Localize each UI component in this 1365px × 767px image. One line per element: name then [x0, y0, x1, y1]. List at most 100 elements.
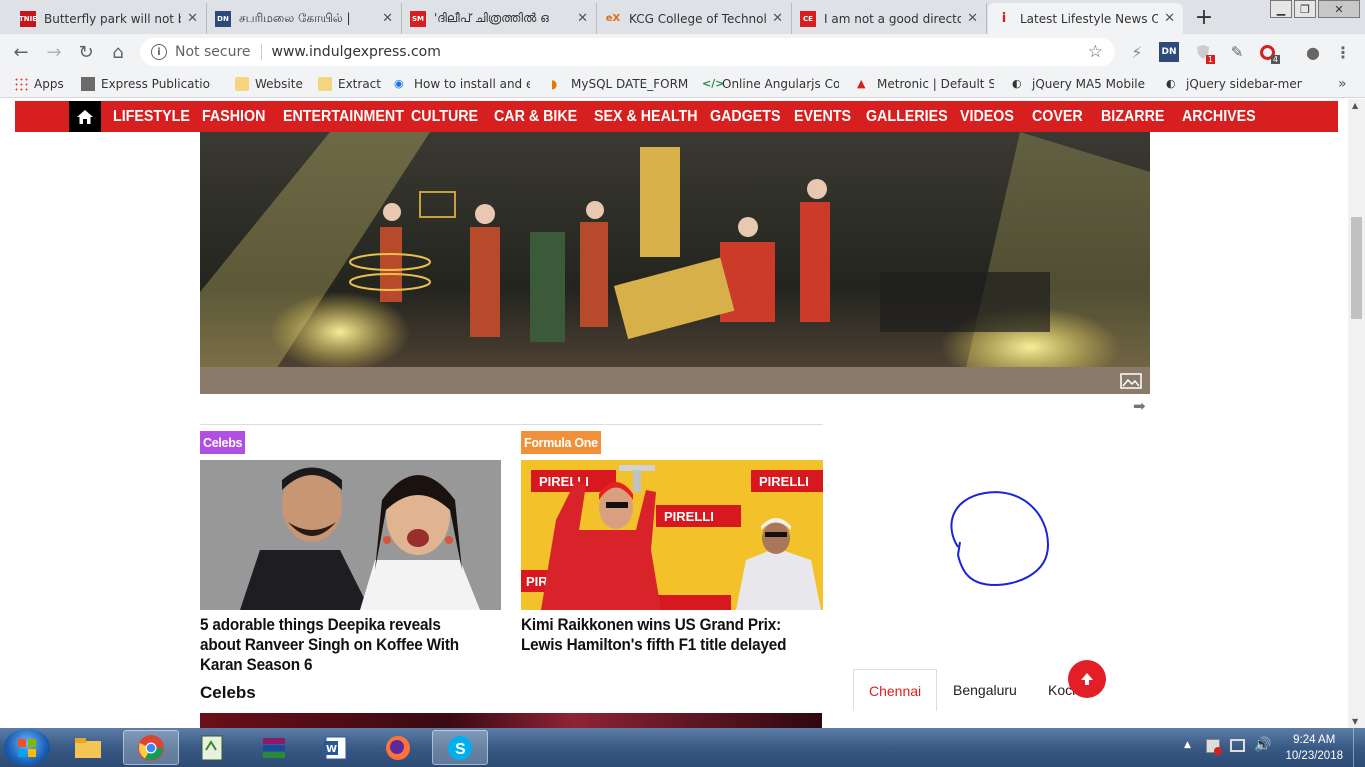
bookmark-link[interactable]: ◗ MySQL DATE_FORMA [551, 75, 688, 93]
section-lead-image[interactable] [200, 713, 822, 728]
bookmark-link[interactable]: </> Online Angularjs Con [702, 75, 839, 93]
browser-tab[interactable]: CE I am not a good director ✕ [792, 3, 987, 34]
scrollbar-thumb[interactable] [1351, 217, 1362, 319]
tab-chennai[interactable]: Chennai [853, 669, 938, 711]
browser-tab[interactable]: TNIE Butterfly park will not be ✕ [12, 3, 207, 34]
bookmark-link[interactable]: ◉ How to install and en [394, 75, 530, 93]
svg-text:PIRELLI: PIRELLI [664, 509, 714, 524]
nav-archives[interactable]: ARCHIVES [1182, 101, 1256, 132]
nav-videos[interactable]: VIDEOS [960, 101, 1014, 132]
eyedropper-extension-icon[interactable]: ✎ [1227, 42, 1247, 62]
scroll-down-arrow-icon[interactable]: ▼ [1352, 717, 1358, 726]
menu-kebab-icon[interactable]: ⋮ [1333, 42, 1353, 62]
skype-taskbar-button[interactable]: S [432, 730, 488, 765]
scroll-up-arrow-icon[interactable]: ▲ [1352, 101, 1358, 110]
bookmark-apps[interactable]: Apps [14, 75, 64, 93]
bookmark-label: Apps [34, 77, 64, 91]
nav-gadgets[interactable]: GADGETS [710, 101, 781, 132]
network-icon[interactable] [1230, 739, 1245, 752]
scroll-to-top-button[interactable] [1068, 660, 1106, 698]
bookmark-link[interactable]: ▲ Metronic | Default Sty [857, 75, 994, 93]
lightning-extension-icon[interactable]: ⚡ [1127, 42, 1147, 62]
bookmarks-overflow-icon[interactable]: » [1338, 75, 1347, 93]
category-tag-formula-one[interactable]: Formula One [521, 431, 601, 454]
browser-tab[interactable]: SM 'ദിലീപ് ചിത്രത്തിൽ ഒ ✕ [402, 3, 597, 34]
show-hidden-icons-icon[interactable]: ▲ [1184, 740, 1191, 750]
bookmark-folder[interactable]: Extract [318, 75, 381, 93]
bookmark-folder[interactable]: Website [235, 75, 303, 93]
tab-bengaluru[interactable]: Bengaluru [938, 669, 1032, 711]
close-tab-icon[interactable]: ✕ [382, 11, 393, 26]
section-divider [200, 424, 823, 425]
profile-icon[interactable]: ● [1303, 42, 1323, 62]
tnie-favicon-icon: TNIE [19, 10, 37, 27]
nav-car-bike[interactable]: CAR & BIKE [494, 101, 577, 132]
nav-lifestyle[interactable]: LIFESTYLE [113, 101, 190, 132]
nav-cover[interactable]: COVER [1032, 101, 1083, 132]
home-icon[interactable]: ⌂ [105, 40, 131, 64]
notepad-taskbar-button[interactable] [184, 730, 240, 765]
nav-culture[interactable]: CULTURE [411, 101, 478, 132]
bookmark-label: MySQL DATE_FORMA [571, 77, 688, 91]
word-taskbar-button[interactable]: W [308, 730, 364, 765]
browser-tab[interactable]: eX KCG College of Technolo ✕ [597, 3, 792, 34]
bookmark-star-icon[interactable]: ☆ [1088, 42, 1103, 62]
card-title-link[interactable]: 5 adorable things Deepika reveals about … [200, 615, 472, 675]
new-tab-button[interactable]: + [1190, 4, 1218, 30]
nav-fashion[interactable]: FASHION [202, 101, 265, 132]
start-button[interactable] [4, 729, 50, 766]
winrar-taskbar-button[interactable] [246, 730, 302, 765]
close-tab-icon[interactable]: ✕ [1164, 11, 1175, 26]
card-image-deepika-ranveer[interactable] [200, 460, 501, 610]
reload-icon[interactable]: ↻ [73, 40, 99, 64]
close-tab-icon[interactable]: ✕ [187, 11, 198, 26]
formula-one-photo: PIRELLIPIRELLIPIRELLIPIRELLI [521, 460, 823, 610]
bookmark-link[interactable]: ◐ jQuery sidebar-menu [1166, 75, 1302, 93]
minimize-window-button[interactable]: ▁ [1270, 0, 1292, 18]
clock-time: 9:24 AM [1293, 734, 1336, 746]
close-tab-icon[interactable]: ✕ [577, 11, 588, 26]
nav-sex-health[interactable]: SEX & HEALTH [594, 101, 698, 132]
close-window-button[interactable]: ✕ [1318, 0, 1360, 18]
bookmark-express-publications[interactable]: Express Publications [81, 75, 211, 93]
sm-favicon-icon: SM [410, 10, 426, 27]
firefox-taskbar-button[interactable] [370, 730, 426, 765]
browser-tab-active[interactable]: i Latest Lifestyle News On ✕ [988, 3, 1183, 34]
nav-galleries[interactable]: GALLERIES [866, 101, 948, 132]
card-image-raikkonen[interactable]: PIRELLIPIRELLIPIRELLIPIRELLI [521, 460, 823, 610]
nav-events[interactable]: EVENTS [794, 101, 851, 132]
volume-icon[interactable]: 🔊 [1254, 737, 1271, 753]
dn-extension-icon[interactable]: DN [1159, 42, 1179, 62]
chrome-taskbar-button[interactable] [123, 730, 179, 765]
restore-window-button[interactable]: ❐ [1294, 0, 1316, 18]
nav-bizarre[interactable]: BIZARRE [1101, 101, 1164, 132]
apps-grid-icon [14, 77, 28, 91]
tab-title: Butterfly park will not be [44, 11, 182, 26]
svg-text:W: W [326, 744, 337, 755]
tab-strip: TNIE Butterfly park will not be ✕ DN சபர… [0, 0, 1365, 34]
home-nav-button[interactable] [69, 101, 101, 132]
close-tab-icon[interactable]: ✕ [967, 11, 978, 26]
forward-icon[interactable]: → [41, 40, 67, 64]
action-center-flag-icon[interactable] [1206, 739, 1222, 755]
next-slide-arrow-icon[interactable]: ➡ [1133, 397, 1146, 415]
gallery-icon[interactable] [1120, 373, 1142, 389]
show-desktop-button[interactable] [1353, 728, 1365, 767]
category-tag-celebs[interactable]: Celebs [200, 431, 246, 454]
close-tab-icon[interactable]: ✕ [772, 11, 783, 26]
info-icon[interactable]: i [151, 44, 167, 60]
card-title-link[interactable]: Kimi Raikkonen wins US Grand Prix: Lewis… [521, 615, 793, 655]
firefox-icon [386, 735, 410, 760]
address-bar[interactable]: i Not secure www.indulgexpress.com ☆ [140, 38, 1115, 66]
taskbar-clock[interactable]: 9:24 AM 10/23/2018 [1285, 732, 1343, 764]
opera-extension-icon[interactable]: 4 [1257, 42, 1280, 64]
nav-entertainment[interactable]: ENTERTAINMENT [283, 101, 404, 132]
page-scrollbar[interactable]: ▲ ▼ [1348, 99, 1365, 728]
hero-photo [200, 132, 1150, 394]
browser-tab[interactable]: DN சபரிமலை கோயில் | ✕ [207, 3, 402, 34]
file-explorer-taskbar-button[interactable] [60, 730, 116, 765]
shield-extension-icon[interactable]: 1 [1193, 42, 1215, 64]
back-icon[interactable]: ← [8, 40, 34, 64]
hero-image[interactable] [200, 132, 1150, 394]
bookmark-link[interactable]: ◐ jQuery MA5 Mobile M [1012, 75, 1148, 93]
